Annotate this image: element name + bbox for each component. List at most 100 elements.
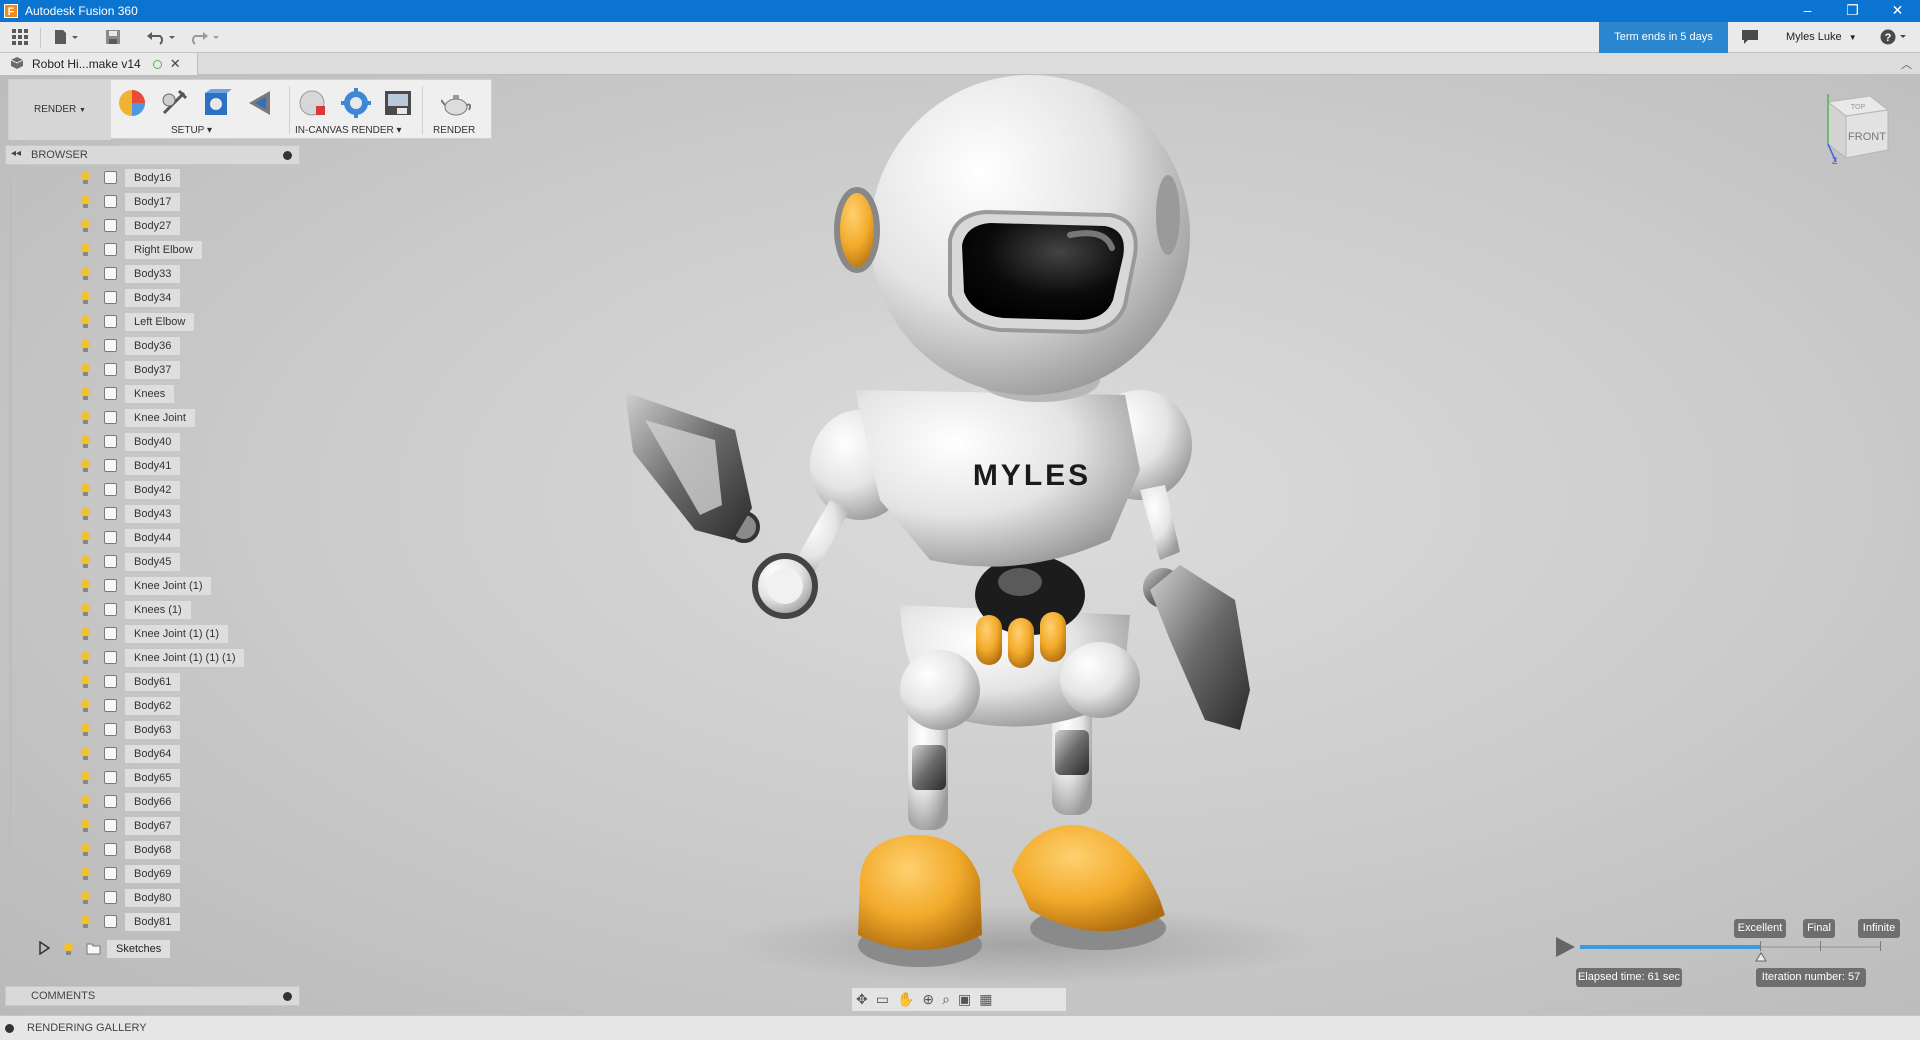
browser-body-row[interactable]: Body37 <box>0 360 300 380</box>
rendering-gallery-bar[interactable]: RENDERING GALLERY <box>0 1015 1920 1040</box>
browser-body-row[interactable]: Body81 <box>0 912 300 932</box>
browser-body-row[interactable]: Body33 <box>0 264 300 284</box>
browser-body-row[interactable]: Body17 <box>0 192 300 212</box>
browser-body-row[interactable]: Body69 <box>0 864 300 884</box>
progress-thumb-icon[interactable] <box>1755 951 1767 965</box>
visibility-bulb-icon[interactable] <box>80 747 91 761</box>
browser-body-row[interactable]: Knees (1) <box>0 600 300 620</box>
display-settings-icon[interactable]: ▣ <box>958 991 971 1008</box>
visibility-bulb-icon[interactable] <box>80 435 91 449</box>
browser-body-row[interactable]: Body63 <box>0 720 300 740</box>
capture-image-icon[interactable] <box>383 88 413 118</box>
browser-panel-header[interactable]: ◂◂ BROWSER <box>5 145 300 165</box>
minimize-button[interactable]: – <box>1785 0 1830 22</box>
render-settings-gear-icon[interactable] <box>341 88 371 118</box>
help-icon[interactable]: ? <box>1880 27 1910 47</box>
browser-body-row[interactable]: Body66 <box>0 792 300 812</box>
browser-body-row[interactable]: Body40 <box>0 432 300 452</box>
visibility-bulb-icon[interactable] <box>80 315 91 329</box>
visibility-bulb-icon[interactable] <box>80 363 91 377</box>
browser-body-row[interactable]: Body36 <box>0 336 300 356</box>
render-teapot-icon[interactable] <box>440 88 472 118</box>
browser-body-row[interactable]: Body27 <box>0 216 300 236</box>
browser-body-row[interactable]: Body68 <box>0 840 300 860</box>
visibility-bulb-icon[interactable] <box>80 267 91 281</box>
browser-body-row[interactable]: Knees <box>0 384 300 404</box>
visibility-bulb-icon[interactable] <box>63 942 74 959</box>
zoom-icon[interactable]: ⊕ <box>922 991 934 1008</box>
orbit-icon[interactable]: ✥ <box>856 991 868 1008</box>
browser-body-row[interactable]: Body80 <box>0 888 300 908</box>
save-icon[interactable] <box>105 27 121 47</box>
texture-map-icon[interactable] <box>202 88 232 118</box>
add-comment-icon[interactable] <box>283 992 292 1001</box>
close-tab-icon[interactable]: ✕ <box>170 56 181 72</box>
sketches-folder-row[interactable]: Sketches <box>0 939 300 959</box>
visibility-bulb-icon[interactable] <box>80 387 91 401</box>
quality-infinite-button[interactable]: Infinite <box>1858 919 1900 938</box>
in-canvas-render-icon[interactable] <box>298 88 328 118</box>
visibility-bulb-icon[interactable] <box>80 675 91 689</box>
visibility-bulb-icon[interactable] <box>80 771 91 785</box>
visibility-bulb-icon[interactable] <box>80 795 91 809</box>
scene-settings-icon[interactable] <box>159 88 189 118</box>
browser-body-row[interactable]: Body65 <box>0 768 300 788</box>
document-tab[interactable]: Robot Hi...make v14 ✕ <box>0 53 198 75</box>
browser-body-row[interactable]: Body64 <box>0 744 300 764</box>
quality-final-button[interactable]: Final <box>1803 919 1835 938</box>
restore-button[interactable]: ❐ <box>1830 0 1875 22</box>
browser-body-row[interactable]: Knee Joint (1) (1) <box>0 624 300 644</box>
term-ends-banner[interactable]: Term ends in 5 days <box>1599 22 1728 53</box>
setup-group-label[interactable]: SETUP ▾ <box>171 125 212 136</box>
visibility-bulb-icon[interactable] <box>80 171 91 185</box>
visibility-bulb-icon[interactable] <box>80 723 91 737</box>
tab-list-chevron-up-icon[interactable]: ︿ <box>1901 56 1912 72</box>
in-canvas-render-group-label[interactable]: IN-CANVAS RENDER ▾ <box>295 125 402 136</box>
browser-body-row[interactable]: Body43 <box>0 504 300 524</box>
data-panel-grid-icon[interactable] <box>12 27 29 47</box>
undo-icon[interactable] <box>146 27 178 47</box>
visibility-bulb-icon[interactable] <box>80 291 91 305</box>
collapse-browser-icon[interactable]: ◂◂ <box>11 148 21 159</box>
visibility-bulb-icon[interactable] <box>80 483 91 497</box>
comments-panel-header[interactable]: COMMENTS <box>5 986 300 1006</box>
visibility-bulb-icon[interactable] <box>80 411 91 425</box>
visibility-bulb-icon[interactable] <box>80 843 91 857</box>
workspace-selector[interactable]: RENDER ▼ <box>9 80 111 140</box>
notifications-icon[interactable] <box>1741 27 1759 47</box>
browser-body-row[interactable]: Body44 <box>0 528 300 548</box>
browser-body-row[interactable]: Left Elbow <box>0 312 300 332</box>
browser-body-row[interactable]: Knee Joint (1) <box>0 576 300 596</box>
browser-body-row[interactable]: Body42 <box>0 480 300 500</box>
browser-body-row[interactable]: Body45 <box>0 552 300 572</box>
file-menu-icon[interactable] <box>53 27 79 47</box>
browser-body-row[interactable]: Body41 <box>0 456 300 476</box>
look-at-icon[interactable]: ▭ <box>876 991 889 1008</box>
visibility-bulb-icon[interactable] <box>80 339 91 353</box>
visibility-bulb-icon[interactable] <box>80 627 91 641</box>
close-button[interactable]: ✕ <box>1875 0 1920 22</box>
fit-window-icon[interactable]: ⌕ <box>942 991 950 1008</box>
browser-body-row[interactable]: Knee Joint (1) (1) (1) <box>0 648 300 668</box>
browser-body-row[interactable]: Body34 <box>0 288 300 308</box>
browser-body-row[interactable]: Body62 <box>0 696 300 716</box>
visibility-bulb-icon[interactable] <box>80 195 91 209</box>
browser-body-row[interactable]: Body16 <box>0 168 300 188</box>
browser-body-row[interactable]: Right Elbow <box>0 240 300 260</box>
expand-triangle-icon[interactable] <box>38 940 51 958</box>
browser-body-row[interactable]: Body67 <box>0 816 300 836</box>
pan-hand-icon[interactable]: ✋ <box>897 991 914 1008</box>
visibility-bulb-icon[interactable] <box>80 819 91 833</box>
visibility-bulb-icon[interactable] <box>80 579 91 593</box>
decal-icon[interactable] <box>245 88 275 118</box>
visibility-bulb-icon[interactable] <box>80 507 91 521</box>
visibility-bulb-icon[interactable] <box>80 555 91 569</box>
visibility-bulb-icon[interactable] <box>80 603 91 617</box>
browser-body-row[interactable]: Knee Joint <box>0 408 300 428</box>
visibility-bulb-icon[interactable] <box>80 699 91 713</box>
visibility-bulb-icon[interactable] <box>80 243 91 257</box>
visibility-bulb-icon[interactable] <box>80 219 91 233</box>
visibility-bulb-icon[interactable] <box>80 651 91 665</box>
visibility-bulb-icon[interactable] <box>80 867 91 881</box>
visibility-bulb-icon[interactable] <box>80 531 91 545</box>
